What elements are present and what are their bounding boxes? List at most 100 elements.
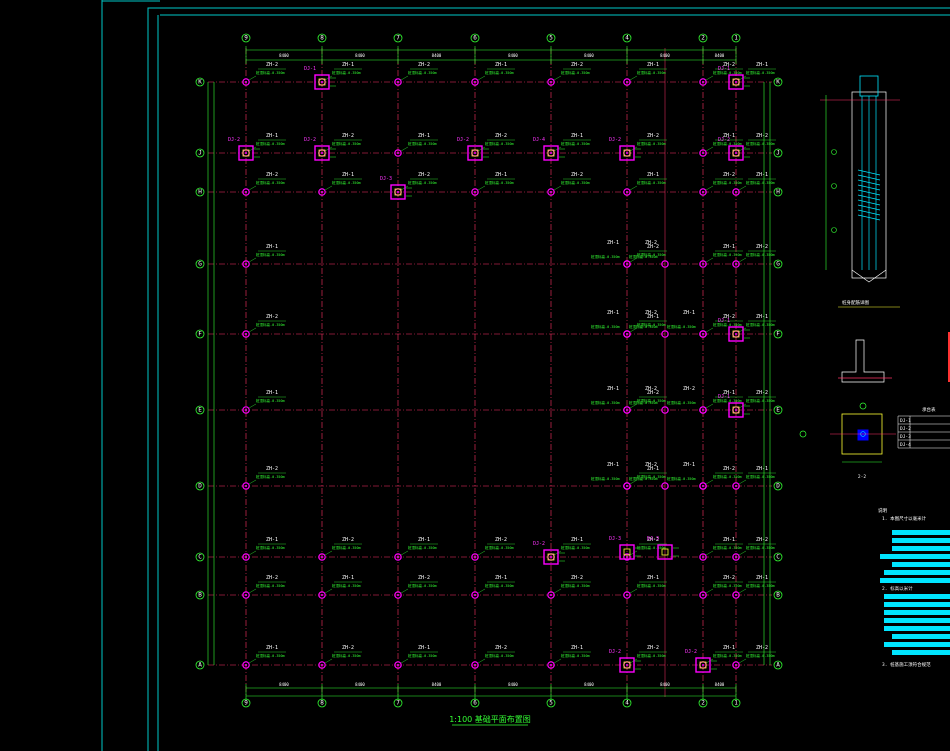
pile-leader bbox=[553, 658, 562, 664]
pile-center bbox=[550, 556, 552, 558]
note-line bbox=[884, 602, 950, 607]
pile-tag: ZH-2 bbox=[756, 390, 768, 396]
axis-bubble-label: 5 bbox=[549, 700, 553, 707]
pile-tag: ZH-2 bbox=[645, 240, 657, 246]
pile-tag: ZH-1 bbox=[647, 575, 659, 581]
axis-bubble-label: 8 bbox=[320, 35, 324, 42]
pile-center bbox=[245, 485, 247, 487]
pile-note: 桩顶标高-0.350m bbox=[256, 70, 285, 75]
pile-center bbox=[321, 556, 323, 558]
pile-tag: ZH-2 bbox=[571, 575, 583, 581]
pile-tag: ZH-1 bbox=[342, 172, 354, 178]
pile-tag: ZH-2 bbox=[645, 310, 657, 316]
axis-bubble-label: H bbox=[198, 189, 202, 196]
rebar-callout bbox=[831, 183, 837, 189]
axis-bubble-label: 2 bbox=[701, 35, 705, 42]
axis-bubble-label: D bbox=[198, 483, 202, 490]
pile-note: 桩顶标高-0.350m bbox=[332, 653, 361, 658]
pile-note: 桩顶标高-0.350m bbox=[561, 70, 590, 75]
pile-center bbox=[626, 263, 628, 265]
pile-note: 桩顶标高-0.350m bbox=[256, 474, 285, 479]
pile-tag: ZH-2 bbox=[266, 466, 278, 472]
pile-cap-tag: DJ-2 bbox=[685, 649, 697, 655]
pile-tag: ZH-1 bbox=[723, 537, 735, 543]
pile-tag: ZH-1 bbox=[756, 172, 768, 178]
note-line bbox=[884, 626, 950, 631]
table-title: 承台表 bbox=[922, 406, 936, 413]
pile-center bbox=[550, 152, 552, 154]
cap-plan-label: 2-2 bbox=[858, 474, 866, 480]
pile-note: 桩顶标高-0.350m bbox=[485, 180, 514, 185]
pile-note: 桩顶标高-0.350m bbox=[591, 324, 620, 329]
pile-leader bbox=[705, 75, 714, 81]
note-line bbox=[880, 554, 950, 559]
pile-tag: ZH-2 bbox=[571, 62, 583, 68]
pile-note: 桩顶标高-0.350m bbox=[713, 583, 742, 588]
table-cell: DJ-1 bbox=[900, 418, 911, 424]
pile-leader bbox=[248, 550, 257, 556]
pile-center bbox=[245, 191, 247, 193]
pile-cap-tag: DJ-2 bbox=[533, 541, 545, 547]
pile-note: 桩顶标高-0.350m bbox=[485, 583, 514, 588]
pile-note: 桩顶标高-0.350m bbox=[332, 545, 361, 550]
dim-text-bottom: 8400 bbox=[432, 682, 442, 687]
pile-center bbox=[321, 664, 323, 666]
pile-tag: ZH-1 bbox=[756, 62, 768, 68]
pile-note: 桩顶标高-0.350m bbox=[637, 70, 666, 75]
pile-leader bbox=[738, 257, 747, 263]
pile-cap-tag: DJ-2 bbox=[457, 137, 469, 143]
pile-center bbox=[550, 81, 552, 83]
axis-bubble-label: 4 bbox=[625, 700, 629, 707]
pile-note: 桩顶标高-0.350m bbox=[485, 653, 514, 658]
pile-leader bbox=[248, 75, 257, 81]
pile-leader bbox=[705, 588, 714, 594]
pile-center bbox=[735, 333, 737, 335]
pile-note: 桩顶标高-0.350m bbox=[746, 398, 775, 403]
pile-center bbox=[702, 556, 704, 558]
pile-note: 桩顶标高-0.350m bbox=[256, 545, 285, 550]
pile-leader bbox=[705, 479, 714, 485]
pile-note: 桩顶标高-0.350m bbox=[256, 322, 285, 327]
pile-center bbox=[321, 191, 323, 193]
pile-tag: ZH-1 bbox=[266, 133, 278, 139]
pile-cap-tag: DJ-2 bbox=[718, 137, 730, 143]
pile-leader bbox=[248, 185, 257, 191]
pile-leader bbox=[477, 658, 486, 664]
pile-note: 桩顶标高-0.350m bbox=[713, 180, 742, 185]
pile-note: 桩顶标高-0.350m bbox=[408, 653, 437, 658]
pile-center bbox=[735, 152, 737, 154]
pile-note: 桩顶标高-0.350m bbox=[332, 141, 361, 146]
pile-note: 桩顶标高-0.350m bbox=[629, 324, 658, 329]
pile-center bbox=[735, 485, 737, 487]
pile-leader bbox=[477, 550, 486, 556]
pile-center bbox=[702, 191, 704, 193]
note-item: 2. 标高以米计 bbox=[882, 585, 913, 592]
pile-note: 桩顶标高-0.350m bbox=[746, 141, 775, 146]
pile-tag: ZH-2 bbox=[571, 172, 583, 178]
pile-center bbox=[702, 409, 704, 411]
pile-tag: ZH-2 bbox=[266, 314, 278, 320]
pile-note: 桩顶标高-0.350m bbox=[746, 252, 775, 257]
pile-center bbox=[550, 594, 552, 596]
dim-text-bottom: 8400 bbox=[279, 682, 289, 687]
note-item: 3. 桩基施工须符合规范 bbox=[882, 661, 931, 668]
pile-note: 桩顶标高-0.350m bbox=[713, 252, 742, 257]
pile-center bbox=[626, 664, 628, 666]
pile-note: 桩顶标高-0.350m bbox=[408, 70, 437, 75]
note-line bbox=[884, 618, 950, 623]
pile-tag: ZH-1 bbox=[266, 244, 278, 250]
pile-leader bbox=[248, 588, 257, 594]
pile-note: 桩顶标高-0.350m bbox=[713, 474, 742, 479]
pile-tag: ZH-2 bbox=[756, 133, 768, 139]
pile-note: 桩顶标高-0.350m bbox=[746, 583, 775, 588]
pile-section-label: 桩身配筋详图 bbox=[842, 299, 869, 306]
pile-leader bbox=[629, 588, 638, 594]
pile-leader bbox=[400, 146, 409, 152]
pile-leader bbox=[248, 658, 257, 664]
pile-center bbox=[397, 152, 399, 154]
pile-tag: ZH-1 bbox=[342, 575, 354, 581]
pile-leader bbox=[738, 550, 747, 556]
note-line bbox=[884, 610, 950, 615]
rebar-callout bbox=[831, 149, 837, 155]
axis-bubble-label: 7 bbox=[396, 700, 400, 707]
